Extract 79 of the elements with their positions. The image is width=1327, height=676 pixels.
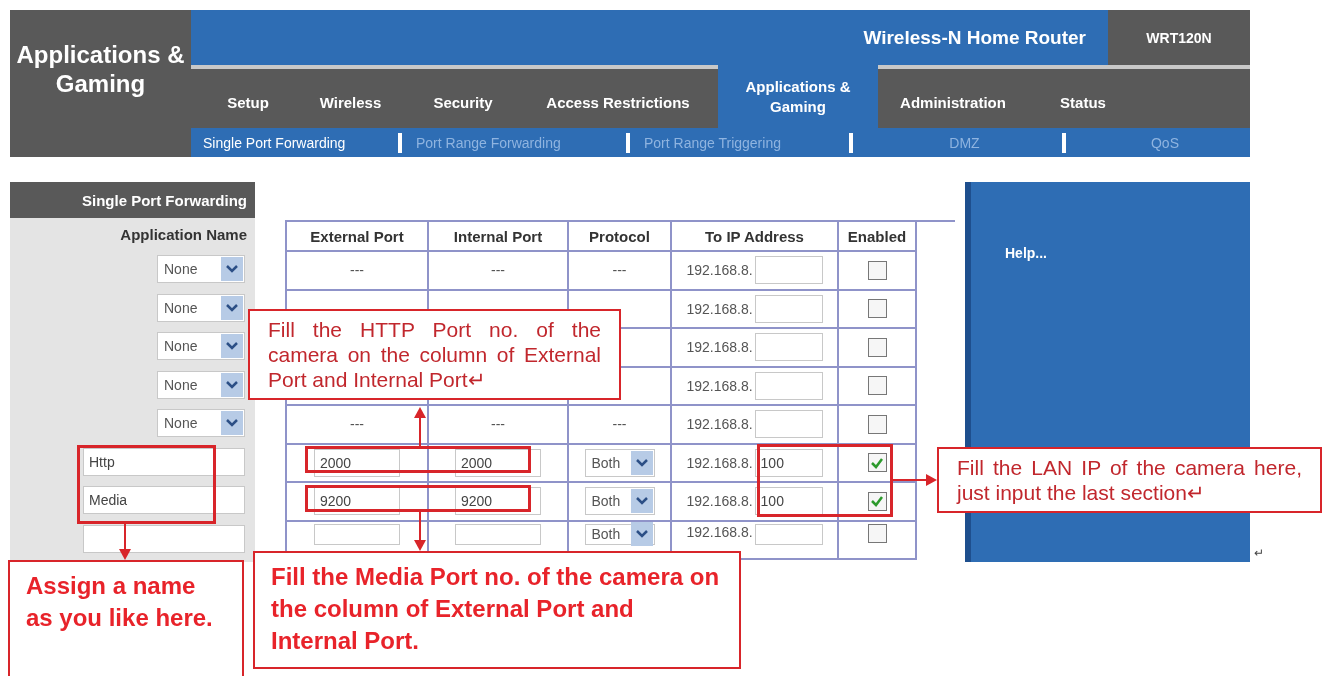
ip-prefix: 192.168.8. — [686, 300, 753, 317]
nav-tab[interactable]: Access Restrictions — [518, 69, 718, 128]
column-header: To IP Address — [705, 227, 804, 245]
sidebar-title: Single Port Forwarding — [10, 182, 255, 218]
paragraph-mark: ↵ — [1254, 546, 1264, 560]
ip-field[interactable] — [754, 371, 823, 400]
arrow — [414, 512, 426, 551]
table-cell: --- — [612, 262, 627, 279]
application-dropdown[interactable]: None — [157, 255, 245, 284]
application-name-field[interactable] — [83, 524, 245, 553]
callout-note: Fill the HTTP Port no. of the camera on the column of External Port and Internal Port↵ — [248, 309, 621, 400]
table-cell: --- — [350, 262, 364, 279]
port-field[interactable] — [455, 523, 541, 545]
ip-prefix: 192.168.8. — [686, 416, 753, 433]
protocol-dropdown[interactable]: Both — [584, 523, 655, 545]
ip-field[interactable] — [754, 523, 823, 545]
nav-tab[interactable]: Setup — [203, 69, 293, 128]
help-link[interactable]: Help... — [1005, 245, 1047, 261]
ip-prefix: 192.168.8. — [686, 523, 753, 540]
application-dropdown[interactable]: None — [157, 370, 245, 399]
ip-field[interactable] — [754, 333, 823, 362]
checkbox[interactable] — [867, 260, 887, 280]
column-header: External Port — [310, 227, 404, 245]
nav-tab[interactable]: Administration — [878, 69, 1028, 128]
nav-tab[interactable]: Applications & Gaming — [718, 65, 878, 128]
table-cell: --- — [491, 262, 505, 279]
product-name: Wireless-N Home Router — [862, 25, 1087, 50]
callout-note: Fill the Media Port no. of the camera on the column of External Port and Internal Port. — [253, 551, 741, 669]
table-cell: --- — [612, 416, 627, 433]
application-dropdown[interactable]: None — [157, 332, 245, 361]
column-header: Internal Port — [453, 227, 543, 245]
arrow — [893, 474, 937, 486]
checkbox[interactable] — [867, 414, 887, 434]
application-dropdown[interactable]: None — [157, 409, 245, 438]
chevron-down-icon — [221, 372, 243, 397]
ip-prefix: 192.168.8. — [686, 493, 753, 510]
application-name-field[interactable]: Media — [83, 486, 245, 515]
checkbox[interactable] — [867, 491, 887, 511]
ip-field[interactable] — [754, 256, 823, 285]
ip-field[interactable]: 100 — [754, 448, 823, 477]
chevron-down-icon — [221, 334, 243, 359]
protocol-dropdown[interactable]: Both — [584, 487, 655, 516]
arrow — [119, 524, 131, 560]
checkbox[interactable] — [867, 376, 887, 396]
nav-tab[interactable]: Status — [1028, 69, 1138, 128]
chevron-down-icon — [630, 489, 653, 514]
chevron-down-icon — [221, 295, 243, 320]
application-dropdown[interactable]: None — [157, 293, 245, 322]
checkbox[interactable] — [867, 523, 887, 543]
model-name: WRT120N — [1108, 10, 1250, 65]
nav-tab[interactable]: Wireless — [293, 69, 408, 128]
table-cell: --- — [491, 416, 505, 433]
protocol-dropdown[interactable]: Both — [584, 448, 655, 477]
ip-field[interactable] — [754, 410, 823, 439]
ip-prefix: 192.168.8. — [686, 339, 753, 356]
ip-prefix: 192.168.8. — [686, 454, 753, 471]
chevron-down-icon — [630, 450, 653, 475]
callout-note: Assign a name as you like here. — [8, 560, 244, 676]
port-field[interactable] — [314, 523, 400, 545]
ip-prefix: 192.168.8. — [686, 262, 753, 279]
column-label: Application Name — [120, 224, 248, 245]
checkbox[interactable] — [867, 337, 887, 357]
column-header: Protocol — [589, 227, 650, 245]
application-name-field[interactable]: Http — [83, 447, 245, 476]
arrow — [414, 407, 426, 446]
checkbox[interactable] — [867, 299, 887, 319]
chevron-down-icon — [221, 411, 243, 436]
table-cell: --- — [350, 416, 364, 433]
checkbox[interactable] — [867, 453, 887, 473]
nav-tab[interactable]: Security — [408, 69, 518, 128]
callout-note: Fill the LAN IP of the camera here, just input the last section↵ — [937, 447, 1322, 513]
page-title: Applications & Gaming — [15, 39, 186, 98]
ip-field[interactable] — [754, 294, 823, 323]
chevron-down-icon — [221, 257, 243, 282]
chevron-down-icon — [630, 522, 653, 546]
column-header: Enabled — [847, 227, 907, 245]
sub-tab[interactable]: Single Port Forwarding — [203, 134, 398, 151]
ip-prefix: 192.168.8. — [686, 377, 753, 394]
ip-field[interactable]: 100 — [754, 487, 823, 516]
